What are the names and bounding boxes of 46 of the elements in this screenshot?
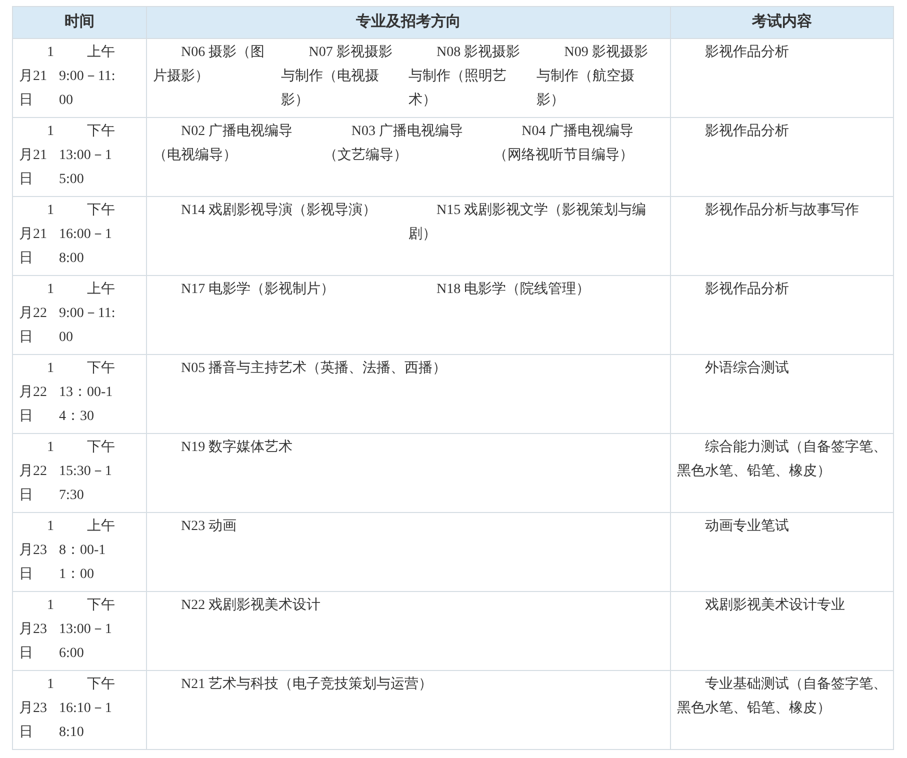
time-text: 下午13：00-14：30	[59, 360, 116, 426]
exam-content-text: 影视作品分析	[704, 122, 790, 141]
major-text: N21 艺术与科技（电子竞技策划与运营）	[180, 675, 434, 694]
major-text: N05 播音与主持艺术（英播、法播、西播）	[180, 359, 448, 378]
time-text: 上午9:00－11:00	[59, 280, 116, 347]
date-text: 1月22日	[19, 360, 55, 426]
exam-content-text: 影视作品分析	[704, 44, 790, 62]
date-text: 1月21日	[19, 44, 55, 110]
exam-content-text: 动画专业笔试	[704, 518, 790, 536]
major-text: N14 戏剧影视导演（影视导演）	[180, 201, 378, 220]
major-text: N22 戏剧影视美术设计	[180, 596, 322, 615]
date-text: 1月23日	[19, 597, 55, 663]
major-text: N09 影视摄影与制作（航空摄影）	[536, 44, 649, 110]
major-text: N18 电影学（院线管理）	[436, 280, 592, 299]
exam-content-text: 影视作品分析与故事写作	[704, 202, 860, 220]
date-text: 1月21日	[19, 123, 55, 189]
major-text: N06 摄影（图片摄影）	[153, 44, 266, 86]
time-text: 下午13:00－15:00	[59, 122, 116, 189]
major-text: N04 广播电视编导（网络视听节目编导）	[494, 122, 635, 165]
exam-content-text: 专业基础测试（自备签字笔、黑色水笔、铅笔、橡皮）	[677, 675, 887, 718]
major-text: N19 数字媒体艺术	[180, 438, 294, 457]
time-text: 下午16:10－18:10	[59, 676, 116, 742]
exam-content-text: 戏剧影视美术设计专业	[704, 596, 846, 615]
major-text: N07 影视摄影与制作（电视摄影）	[280, 44, 394, 110]
major-text: N15 戏剧影视文学（影视策划与编剧）	[408, 201, 648, 244]
time-text: 下午13:00－16:00	[59, 596, 116, 663]
exam-content-text: 影视作品分析	[704, 280, 790, 299]
major-text: N08 影视摄影与制作（照明艺术）	[408, 44, 522, 110]
date-text: 1月22日	[19, 281, 55, 347]
date-text: 1月23日	[19, 676, 55, 742]
exam-content-text: 综合能力测试（自备签字笔、黑色水笔、铅笔、橡皮）	[677, 438, 887, 481]
column-header: 时间	[64, 14, 94, 30]
time-text: 下午16:00－18:00	[59, 202, 116, 268]
time-text: 上午9:00－11:00	[59, 44, 116, 110]
column-header: 考试内容	[752, 14, 812, 30]
exam-content-text: 外语综合测试	[704, 359, 790, 378]
major-text: N17 电影学（影视制片）	[180, 280, 336, 299]
time-text: 下午15:30－17:30	[59, 438, 116, 505]
date-text: 1月23日	[19, 518, 55, 584]
major-text: N23 动画	[180, 518, 238, 536]
date-text: 1月21日	[19, 202, 55, 268]
time-text: 上午8：00-11：00	[59, 518, 116, 584]
major-text: N03 广播电视编导（文艺编导）	[323, 122, 464, 165]
date-text: 1月22日	[19, 439, 55, 505]
major-text: N02 广播电视编导（电视编导）	[153, 122, 294, 165]
column-header: 专业及招考方向	[356, 14, 461, 30]
